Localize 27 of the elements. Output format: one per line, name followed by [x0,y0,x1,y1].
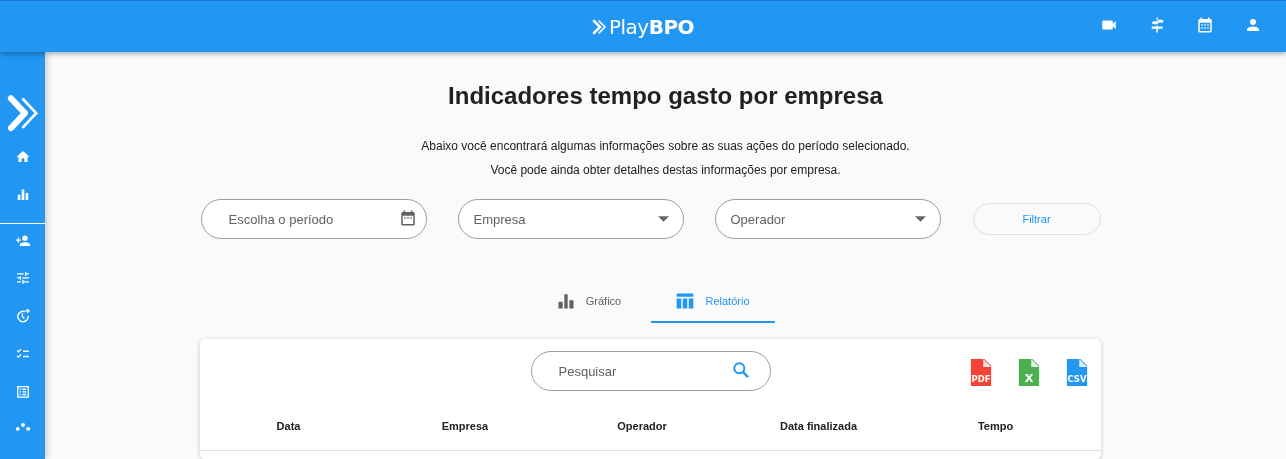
search-field[interactable]: Pesquisar [530,351,771,391]
chevrons-icon [591,18,608,35]
period-field[interactable]: Escolha o período [200,199,427,239]
description-text: Você pode ainda obter detalhes destas informações por empresa. [490,163,841,178]
filter-button[interactable]: Filtrar [972,203,1101,235]
operator-dropdown[interactable]: Operador [714,199,941,239]
column-header: Data finalizada [779,419,859,432]
file-download-icon[interactable]: X [1017,359,1041,386]
file-download-icon[interactable]: CSV [1065,359,1089,386]
description-text: Abaixo você encontrará algumas informações sobre as suas ações do período selecionado. [421,139,910,154]
search-icon [730,360,751,380]
user-icon[interactable] [1244,16,1262,34]
caret-icon [914,216,926,222]
calendar-icon[interactable] [1196,16,1214,34]
tab[interactable]: Relatório [650,284,775,323]
company-dropdown[interactable]: Empresa [457,199,684,239]
column-header: Data [275,419,302,432]
calendar-icon [398,209,417,227]
page-title: Indicadores tempo gasto por empresa [448,82,883,110]
file-download-icon[interactable]: PDF [969,359,993,386]
column-header: Tempo [976,419,1015,432]
caret-icon [657,216,669,222]
tab[interactable]: Gráfico [526,284,651,323]
logo-text: PlayBPO [608,14,695,39]
column-header: Empresa [440,419,490,432]
logo[interactable]: PlayBPO [591,14,695,39]
column-header: Operador [616,419,668,432]
